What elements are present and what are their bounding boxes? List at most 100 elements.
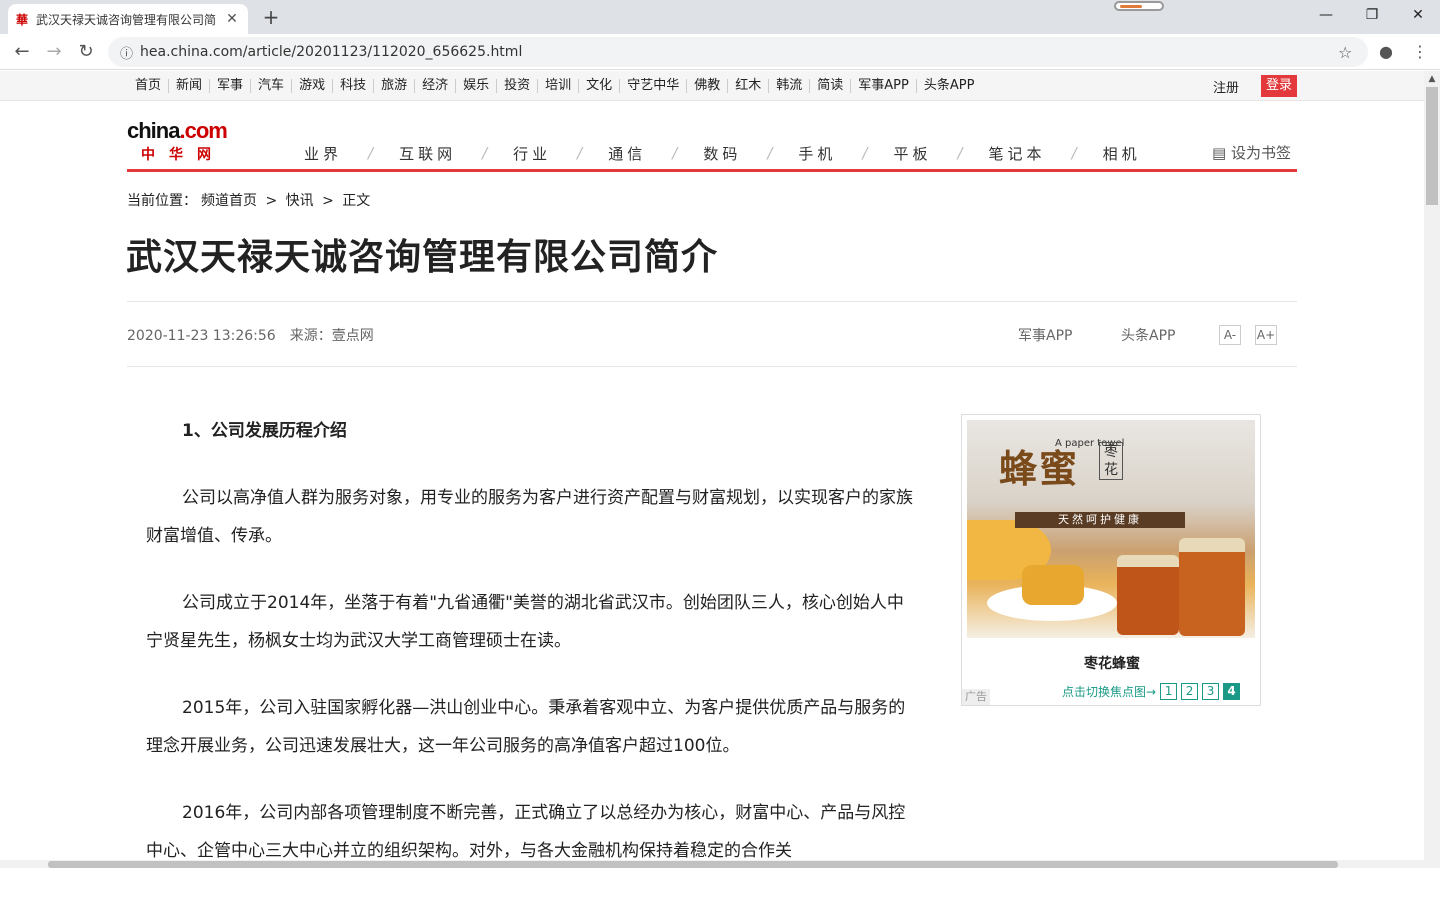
- breadcrumb-home[interactable]: 频道首页: [201, 193, 257, 209]
- account-icon[interactable]: ●: [1372, 38, 1400, 66]
- close-window-icon[interactable]: ✕: [1398, 0, 1438, 30]
- logo-cn: 中华网: [141, 147, 225, 163]
- hscroll-thumb[interactable]: [48, 861, 1338, 868]
- paragraph: 2016年，公司内部各项管理制度不断完善，正式确立了以总经办为核心，财富中心、产…: [146, 803, 906, 861]
- topnav-link[interactable]: 汽车: [251, 79, 293, 93]
- register-link[interactable]: 注册: [1213, 77, 1239, 96]
- channel-link[interactable]: 手机: [784, 143, 850, 164]
- topnav-link[interactable]: 首页: [128, 79, 170, 93]
- scroll-up-icon[interactable]: ▲: [1424, 71, 1440, 87]
- topnav-links: 首页 新闻 军事 汽车 游戏 科技 旅游 经济 娱乐 投资 培训 文化 守艺中华…: [128, 71, 981, 101]
- profile-indicator[interactable]: [1114, 1, 1164, 11]
- topnav-link[interactable]: 军事APP: [851, 79, 917, 93]
- honey-jar: [1117, 555, 1179, 635]
- browser-toolbar: ← → ↻ ⓘ hea.china.com/article/20201123/1…: [0, 34, 1440, 70]
- topnav-link[interactable]: 头条APP: [917, 79, 982, 93]
- channel-link[interactable]: 业界: [290, 143, 356, 164]
- bookmark-icon: ▤: [1212, 144, 1227, 162]
- logo-en-com: .com: [179, 118, 227, 143]
- font-smaller-button[interactable]: A-: [1219, 325, 1241, 345]
- url-text[interactable]: hea.china.com/article/20201123/112020_65…: [140, 44, 1338, 60]
- font-larger-button[interactable]: A+: [1255, 325, 1277, 345]
- site-logo[interactable]: china.com 中华网: [127, 118, 228, 164]
- vertical-scrollbar[interactable]: ▲: [1424, 71, 1440, 868]
- logo-en-main: china: [127, 118, 180, 143]
- breadcrumb-prefix: 当前位置：: [127, 193, 197, 209]
- site-info-icon[interactable]: ⓘ: [120, 43, 140, 62]
- address-bar[interactable]: ⓘ hea.china.com/article/20201123/112020_…: [108, 37, 1368, 67]
- topnav-link[interactable]: 佛教: [687, 79, 729, 93]
- switch-label: 点击切换焦点图→: [1062, 685, 1157, 699]
- paragraph: 2015年，公司入驻国家孵化器—洪山创业中心。秉承着客观中立、为客户提供优质产品…: [146, 698, 906, 756]
- channel-link[interactable]: 相机: [1089, 143, 1155, 164]
- horizontal-scrollbar[interactable]: [0, 860, 1424, 868]
- bookmark-label: 设为书签: [1230, 144, 1291, 162]
- channel-link[interactable]: 数码: [689, 143, 755, 164]
- topnav-link[interactable]: 韩流: [769, 79, 811, 93]
- ad-caption[interactable]: 枣花蜂蜜: [962, 653, 1262, 673]
- paragraph: 公司成立于2014年，坐落于有着"九省通衢"美誉的湖北省武汉市。创始团队三人，核…: [146, 593, 904, 651]
- article-source: 来源：壹点网: [289, 328, 374, 344]
- topnav-link[interactable]: 游戏: [292, 79, 334, 93]
- breadcrumb-section[interactable]: 快讯: [286, 193, 314, 209]
- ad-image[interactable]: 蜂蜜 A paper towel 枣花 天然呵护健康: [967, 420, 1255, 638]
- topnav-link[interactable]: 旅游: [374, 79, 416, 93]
- paragraph: 公司以高净值人群为服务对象，用专业的服务为客户进行资产配置与财富规划，以实现客户…: [146, 488, 913, 546]
- bookmark-star-icon[interactable]: ☆: [1338, 43, 1368, 62]
- header-divider: [127, 169, 1297, 172]
- topnav-link[interactable]: 新闻: [169, 79, 211, 93]
- honey-jar: [1179, 538, 1245, 636]
- channel-link[interactable]: 行业: [499, 143, 565, 164]
- ad-slideshow[interactable]: 蜂蜜 A paper towel 枣花 天然呵护健康 枣花蜂蜜 广告 点击切换焦…: [961, 414, 1261, 706]
- new-tab-button[interactable]: +: [258, 4, 284, 30]
- breadcrumb-sep: >: [265, 193, 278, 209]
- topnav-link[interactable]: 科技: [333, 79, 375, 93]
- site-topnav: 首页 新闻 军事 汽车 游戏 科技 旅游 经济 娱乐 投资 培训 文化 守艺中华…: [0, 71, 1424, 101]
- browser-tab[interactable]: 華 武汉天禄天诚咨询管理有限公司简 ✕: [8, 4, 248, 34]
- topnav-link[interactable]: 简读: [810, 79, 852, 93]
- divider: [127, 301, 1297, 302]
- ad-page-button[interactable]: 1: [1160, 683, 1178, 700]
- maximize-icon[interactable]: ❐: [1352, 0, 1392, 30]
- ad-side-text: 枣花: [1099, 442, 1123, 480]
- channel-link[interactable]: 互联网: [385, 143, 470, 164]
- reload-icon[interactable]: ↻: [72, 38, 100, 66]
- topnav-link[interactable]: 文化: [579, 79, 621, 93]
- login-button[interactable]: 登录: [1261, 75, 1297, 97]
- forward-icon[interactable]: →: [40, 38, 68, 66]
- app-link-military[interactable]: 军事APP: [1018, 325, 1072, 345]
- topnav-link[interactable]: 守艺中华: [620, 79, 688, 93]
- topnav-link[interactable]: 红木: [728, 79, 770, 93]
- favicon-icon: 華: [16, 12, 29, 27]
- ad-page-button-active[interactable]: 4: [1223, 683, 1241, 700]
- topnav-link[interactable]: 投资: [497, 79, 539, 93]
- channel-nav: 业界 / 互联网 / 行业 / 通信 / 数码 / 手机 / 平板 / 笔记本 / 相机: [290, 140, 1155, 166]
- topnav-link[interactable]: 培训: [538, 79, 580, 93]
- scroll-thumb[interactable]: [1426, 87, 1438, 205]
- section-heading: 1、公司发展历程介绍: [182, 421, 347, 441]
- article-title: 武汉天禄天诚咨询管理有限公司简介: [126, 237, 719, 278]
- ad-switcher: 点击切换焦点图→ 1 2 3 4: [1062, 683, 1241, 700]
- channel-link[interactable]: 笔记本: [975, 143, 1060, 164]
- browser-tabstrip: 華 武汉天禄天诚咨询管理有限公司简 ✕ + — ❐ ✕: [0, 0, 1440, 34]
- topnav-link[interactable]: 娱乐: [456, 79, 498, 93]
- article-datetime: 2020-11-23 13:26:56: [127, 328, 276, 344]
- close-tab-icon[interactable]: ✕: [224, 11, 240, 27]
- topnav-link[interactable]: 军事: [210, 79, 252, 93]
- divider: [127, 366, 1297, 367]
- app-link-headline[interactable]: 头条APP: [1121, 325, 1175, 345]
- honeycomb: [1022, 565, 1084, 605]
- breadcrumb: 当前位置： 频道首页 > 快讯 > 正文: [127, 190, 374, 210]
- bookmark-link[interactable]: ▤ 设为书签: [1212, 142, 1291, 163]
- ad-band: 天然呵护健康: [1015, 512, 1185, 528]
- back-icon[interactable]: ←: [8, 38, 36, 66]
- topnav-link[interactable]: 经济: [415, 79, 457, 93]
- article-meta: 2020-11-23 13:26:56 来源：壹点网: [127, 325, 374, 345]
- menu-icon[interactable]: ⋮: [1406, 38, 1434, 66]
- ad-page-button[interactable]: 3: [1202, 683, 1220, 700]
- ad-page-button[interactable]: 2: [1181, 683, 1199, 700]
- minimize-icon[interactable]: —: [1306, 0, 1346, 30]
- article-body: 1、公司发展历程介绍 公司以高净值人群为服务对象，用专业的服务为客户进行资产配置…: [146, 412, 914, 899]
- channel-link[interactable]: 平板: [879, 143, 945, 164]
- channel-link[interactable]: 通信: [594, 143, 660, 164]
